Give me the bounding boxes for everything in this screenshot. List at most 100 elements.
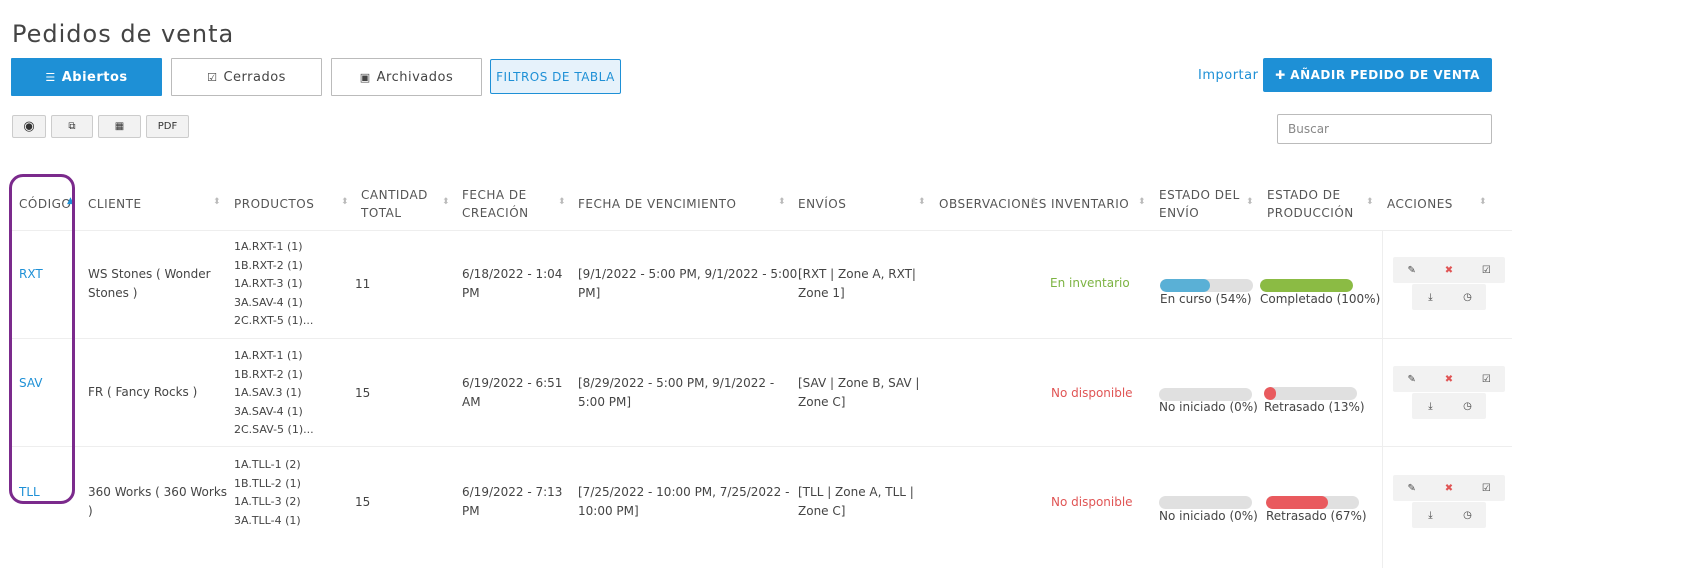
product-item: 1A.RXT-1 (1) (234, 349, 303, 362)
product-item: 1B.RXT-2 (1) (234, 258, 303, 272)
tab-cerrados[interactable]: ☑ Cerrados (171, 58, 322, 96)
shipments-line: Zone C] (798, 504, 846, 518)
product-item: 1A.RXT-3 (1) (234, 277, 303, 290)
column-header-label: ENVÍO (1159, 206, 1200, 220)
trash-icon[interactable]: ✖ (1437, 483, 1461, 494)
sort-icon[interactable]: ⬍ (1138, 197, 1146, 207)
column-header-observaciones[interactable]: OBSERVACIONES (939, 184, 1046, 224)
client-line: Stones ) (88, 286, 138, 300)
shipping-progress-bar (1160, 279, 1253, 292)
inventory-status: No disponible (1051, 386, 1133, 400)
production-progress-bar (1264, 387, 1357, 400)
sort-icon[interactable]: ⬍ (1030, 197, 1038, 207)
product-item: 3A.SAV-4 (1) (234, 295, 303, 309)
sort-icon[interactable]: ⬍ (558, 197, 566, 207)
table-filters-button[interactable]: FILTROS DE TABLA (490, 59, 621, 94)
sort-icon[interactable]: ⬍ (1246, 197, 1254, 207)
client-cell: WS Stones ( Wonder Stones ) (88, 265, 211, 303)
product-item: 2C.RXT-5 (1)... (234, 314, 314, 327)
shipping-status-label: No iniciado (0%) (1159, 400, 1258, 414)
column-header-fecha-vencimiento[interactable]: FECHA DE VENCIMIENTO (578, 184, 788, 224)
due-line: [8/29/2022 - 5:00 PM, 9/1/2022 - (578, 376, 775, 390)
column-header-cantidad-total[interactable]: CANTIDAD TOTAL (361, 184, 451, 224)
product-item: 1A.TLL-1 (2) (234, 458, 301, 471)
production-status-label: Completado (100%) (1260, 292, 1381, 306)
download-icon[interactable]: ⤓ (1419, 292, 1443, 303)
quantity-cell: 11 (355, 277, 371, 291)
history-icon[interactable]: ◷ (1456, 401, 1480, 412)
inbox-icon: ▣ (359, 70, 371, 84)
product-item: 3A.TLL-4 (1) (234, 513, 301, 527)
row-actions-bottom: ⤓ ◷ (1412, 502, 1486, 528)
column-header-label: PRODUCCIÓN (1267, 206, 1354, 220)
column-header-estado-produccion[interactable]: ESTADO DE PRODUCCIÓN (1267, 184, 1377, 224)
check-square-icon[interactable]: ☑ (1474, 483, 1498, 494)
edit-icon[interactable]: ✎ (1400, 265, 1424, 276)
column-header-acciones[interactable]: ACCIONES (1387, 184, 1487, 224)
trash-icon[interactable]: ✖ (1437, 374, 1461, 385)
tab-abiertos[interactable]: ☰ Abiertos (11, 58, 162, 96)
sort-icon[interactable]: ⬍ (1479, 197, 1487, 207)
search-input[interactable] (1277, 114, 1492, 144)
check-square-icon[interactable]: ☑ (1474, 374, 1498, 385)
column-header-label: ENVÍOS (798, 197, 847, 211)
product-item: 1A.RXT-1 (1) (234, 240, 303, 253)
code-column-highlight (9, 174, 75, 504)
check-square-icon[interactable]: ☑ (1474, 265, 1498, 276)
check-square-icon: ☑ (207, 70, 218, 84)
history-icon[interactable]: ◷ (1456, 292, 1480, 303)
created-cell: 6/19/2022 - 6:51 AM (462, 374, 562, 412)
column-header-label: ACCIONES (1387, 197, 1453, 211)
column-header-inventario[interactable]: INVENTARIO (1051, 184, 1151, 224)
shipments-line: Zone 1] (798, 286, 845, 300)
column-header-label: CLIENTE (88, 197, 142, 211)
edit-icon[interactable]: ✎ (1400, 374, 1424, 385)
download-icon[interactable]: ⤓ (1419, 401, 1443, 412)
row-actions-top: ✎ ✖ ☑ (1393, 366, 1505, 392)
download-icon[interactable]: ⤓ (1419, 510, 1443, 521)
row-actions-top: ✎ ✖ ☑ (1393, 475, 1505, 501)
sort-icon[interactable]: ⬍ (341, 197, 349, 207)
column-header-fecha-creacion[interactable]: FECHA DE CREACIÓN (462, 184, 562, 224)
quantity-cell: 15 (355, 495, 371, 509)
created-line: AM (462, 395, 481, 409)
sort-icon[interactable]: ⬍ (918, 197, 926, 207)
sort-icon[interactable]: ⬍ (442, 197, 450, 207)
pdf-button[interactable]: PDF (146, 115, 189, 138)
import-link[interactable]: Importar (1198, 68, 1258, 83)
shipments-line: [SAV | Zone B, SAV | (798, 376, 920, 390)
tab-archivados-label: Archivados (376, 69, 454, 85)
column-header-label: ESTADO DE (1267, 188, 1341, 202)
due-line: PM] (578, 286, 601, 300)
add-sales-order-button[interactable]: ✚ AÑADIR PEDIDO DE VENTA (1263, 58, 1492, 92)
copy-button[interactable]: ⧉ (51, 115, 93, 138)
column-header-label: INVENTARIO (1051, 197, 1130, 211)
view-button[interactable]: ◉ (12, 115, 46, 138)
shipping-status-label: En curso (54%) (1160, 292, 1252, 306)
trash-icon[interactable]: ✖ (1437, 265, 1461, 276)
created-line: 6/19/2022 - 7:13 (462, 485, 563, 499)
column-header-envios[interactable]: ENVÍOS (798, 184, 928, 224)
inventory-status: No disponible (1051, 495, 1133, 509)
sort-icon[interactable]: ⬍ (778, 197, 786, 207)
tab-archivados[interactable]: ▣ Archivados (331, 58, 482, 96)
shipments-line: Zone C] (798, 395, 846, 409)
production-progress-fill (1266, 496, 1329, 509)
production-progress-fill (1260, 279, 1353, 292)
column-header-label: PRODUCTOS (234, 197, 315, 211)
sort-icon[interactable]: ⬍ (1366, 197, 1374, 207)
column-header-label: ESTADO DEL (1159, 188, 1240, 202)
column-header-estado-envio[interactable]: ESTADO DEL ENVÍO (1159, 184, 1259, 224)
history-icon[interactable]: ◷ (1456, 510, 1480, 521)
sort-icon[interactable]: ⬍ (213, 197, 221, 207)
product-item: 3A.SAV-4 (1) (234, 404, 303, 418)
edit-icon[interactable]: ✎ (1400, 483, 1424, 494)
products-cell: 1A.RXT-1 (1) 1B.RXT-2 (1) 1A.RXT-3 (1) 3… (234, 238, 313, 331)
column-header-cliente[interactable]: CLIENTE (88, 184, 218, 224)
due-line: 5:00 PM] (578, 395, 632, 409)
shipments-line: [TLL | Zone A, TLL | (798, 485, 914, 499)
created-line: 6/19/2022 - 6:51 (462, 376, 563, 390)
due-cell: [7/25/2022 - 10:00 PM, 7/25/2022 - 10:00 … (578, 483, 789, 521)
table-view-button[interactable]: ▦ (98, 115, 141, 138)
column-header-productos[interactable]: PRODUCTOS (234, 184, 344, 224)
